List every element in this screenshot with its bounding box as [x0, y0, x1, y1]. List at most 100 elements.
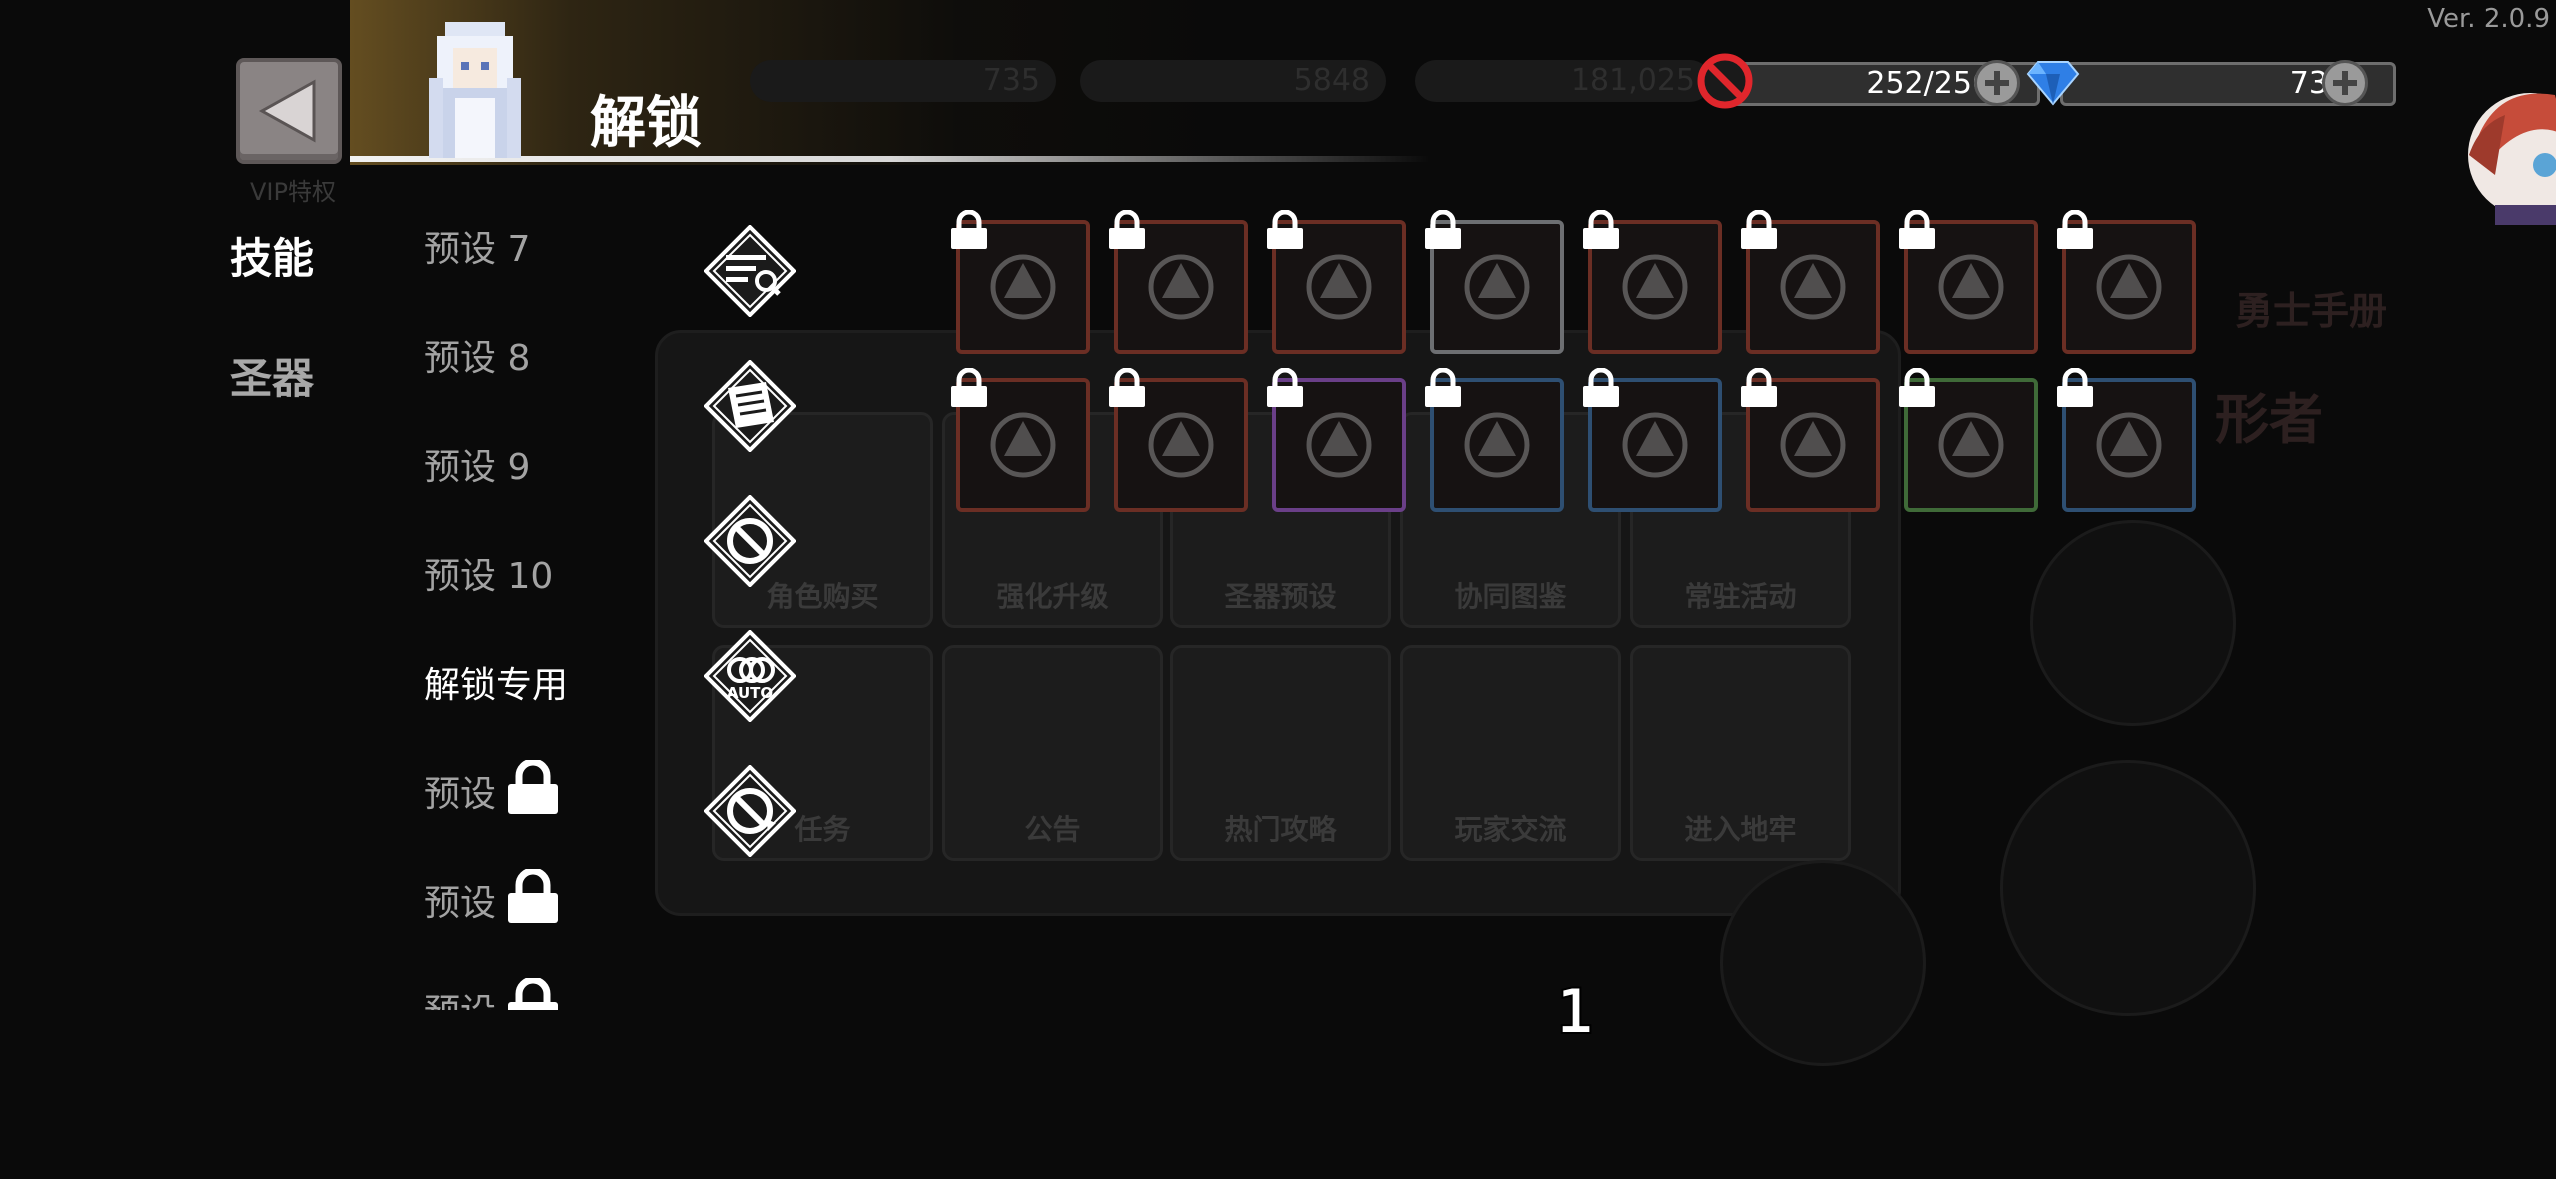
- background-menu-tile: 进入地牢: [1630, 645, 1851, 861]
- lock-icon: [951, 210, 987, 249]
- background-round-button: [1720, 860, 1926, 1066]
- page-title: 解锁: [590, 91, 702, 156]
- back-arrow-icon: [258, 79, 316, 143]
- preset-item-locked[interactable]: 预设: [424, 874, 496, 926]
- skill-slot[interactable]: [1425, 368, 1564, 512]
- background-lobby: 角色购买 强化升级 圣器预设 协同图鉴 常驻活动 任务 公告 热门攻略 玩家交流 进入地牢 勇士手…: [0, 0, 2556, 1179]
- lock-icon: [2057, 368, 2093, 407]
- disable-button[interactable]: [704, 495, 796, 587]
- faded-resource-bar-2: 5848: [1080, 60, 1386, 102]
- skill-slot[interactable]: [1583, 210, 1722, 354]
- preset-list[interactable]: 预设 7 预设 8 预设 9 预设 10 解锁专用 预设 预设 预设: [420, 200, 680, 1010]
- lock-icon: [1425, 368, 1461, 407]
- background-side-banner: 勇士手册: [2235, 289, 2388, 333]
- skill-slot[interactable]: [951, 368, 1090, 512]
- background-menu-tile-label: 热门攻略: [1224, 813, 1337, 846]
- refresh-button[interactable]: [704, 765, 796, 857]
- energy-value: 252/256: [1866, 66, 1991, 101]
- lock-icon: [508, 869, 558, 923]
- category-relics[interactable]: 圣器: [230, 345, 314, 406]
- back-button[interactable]: [236, 58, 342, 164]
- lock-icon: [1741, 368, 1777, 407]
- spikes-icon: [1148, 412, 1214, 478]
- frost-sword-icon: [1148, 254, 1214, 320]
- crystal-shard-icon: [990, 254, 1056, 320]
- background-menu-tile-label: 圣器预设: [1224, 580, 1337, 613]
- skill-slot[interactable]: [1899, 368, 2038, 512]
- scroll-icon: [728, 382, 774, 428]
- flame-cloud-icon: [1780, 254, 1846, 320]
- preset-item[interactable]: 预设 8: [424, 329, 530, 381]
- skill-slot[interactable]: [1741, 368, 1880, 512]
- skill-slot[interactable]: [951, 210, 1090, 354]
- spear-icon: [2096, 254, 2162, 320]
- background-gear-button: [2030, 520, 2236, 726]
- skill-slot[interactable]: [1109, 210, 1248, 354]
- background-menu-tile-label: 协同图鉴: [1454, 580, 1567, 613]
- background-menu-tile-label: 强化升级: [996, 580, 1109, 613]
- background-side-title: 形者: [2215, 388, 2323, 451]
- version-label: Ver. 2.0.9: [2427, 4, 2550, 34]
- no-entry-icon: [1697, 53, 1753, 109]
- page-number: 1: [1555, 974, 1594, 1049]
- lock-icon: [1109, 368, 1145, 407]
- preset-item[interactable]: 预设 9: [424, 438, 530, 490]
- skill-slot[interactable]: [1583, 368, 1722, 512]
- lightning-stopwatch-icon: [1938, 254, 2004, 320]
- skill-slot[interactable]: [1109, 368, 1248, 512]
- character-avatar: [429, 22, 521, 158]
- background-menu-tile: 公告: [942, 645, 1163, 861]
- skill-slot[interactable]: [2057, 368, 2196, 512]
- spinning-disc-icon: [1622, 412, 1688, 478]
- lock-icon: [1899, 368, 1935, 407]
- skill-slot[interactable]: [1267, 210, 1406, 354]
- background-menu-tile: 热门攻略: [1170, 645, 1391, 861]
- shuriken-icon: [1780, 412, 1846, 478]
- lock-icon: [951, 368, 987, 407]
- preset-item-selected[interactable]: 解锁专用: [424, 656, 568, 708]
- vortex-icon: [1306, 254, 1372, 320]
- preset-item[interactable]: 预设 10: [424, 547, 553, 599]
- lock-icon: [2057, 210, 2093, 249]
- background-chat-button: [2000, 760, 2256, 1016]
- preset-item[interactable]: 预设 7: [424, 220, 530, 272]
- background-menu-tile: 玩家交流: [1400, 645, 1621, 861]
- category-skills[interactable]: 技能: [230, 225, 314, 286]
- shield-emblem-icon: [1464, 412, 1530, 478]
- player-avatar[interactable]: [2455, 55, 2556, 225]
- lock-icon: [1109, 210, 1145, 249]
- scroll-button[interactable]: [704, 360, 796, 452]
- skill-slot[interactable]: [1899, 210, 2038, 354]
- lock-icon: [1583, 210, 1619, 249]
- faded-resource-bar-3: 181,025: [1415, 60, 1711, 102]
- preset-item-locked[interactable]: 预设: [424, 765, 496, 817]
- skill-slot[interactable]: [1741, 210, 1880, 354]
- dark-heart-icon: [2096, 412, 2162, 478]
- background-menu-tile-label: 玩家交流: [1454, 813, 1567, 846]
- winged-orb-icon: [1464, 254, 1530, 320]
- preset-item-locked[interactable]: 预设: [424, 983, 496, 1010]
- background-menu-tile-label: 进入地牢: [1684, 813, 1797, 846]
- lock-icon: [1741, 210, 1777, 249]
- lock-icon: [508, 978, 558, 1010]
- thorn-branch-icon: [1622, 254, 1688, 320]
- skill-slot[interactable]: [1267, 368, 1406, 512]
- lock-icon: [1899, 210, 1935, 249]
- faded-resource-bar-1: 735: [750, 60, 1056, 102]
- auto-button[interactable]: AUTO: [704, 630, 796, 722]
- lock-icon: [1583, 368, 1619, 407]
- gauntlet-icon: [1938, 412, 2004, 478]
- fireball-icon: [990, 412, 1056, 478]
- sun-gear-icon: [1306, 412, 1372, 478]
- lock-icon: [508, 760, 558, 814]
- skill-slot[interactable]: [1425, 210, 1564, 354]
- lock-icon: [1425, 210, 1461, 249]
- lock-icon: [1267, 368, 1303, 407]
- back-caption: VIP特权: [250, 178, 336, 206]
- gem-add-button[interactable]: [2322, 60, 2368, 106]
- background-menu-tile-label: 常驻活动: [1684, 580, 1797, 613]
- filter-search-button[interactable]: [704, 225, 796, 317]
- auto-label: AUTO: [727, 684, 773, 702]
- energy-add-button[interactable]: [1974, 60, 2020, 106]
- skill-slot[interactable]: [2057, 210, 2196, 354]
